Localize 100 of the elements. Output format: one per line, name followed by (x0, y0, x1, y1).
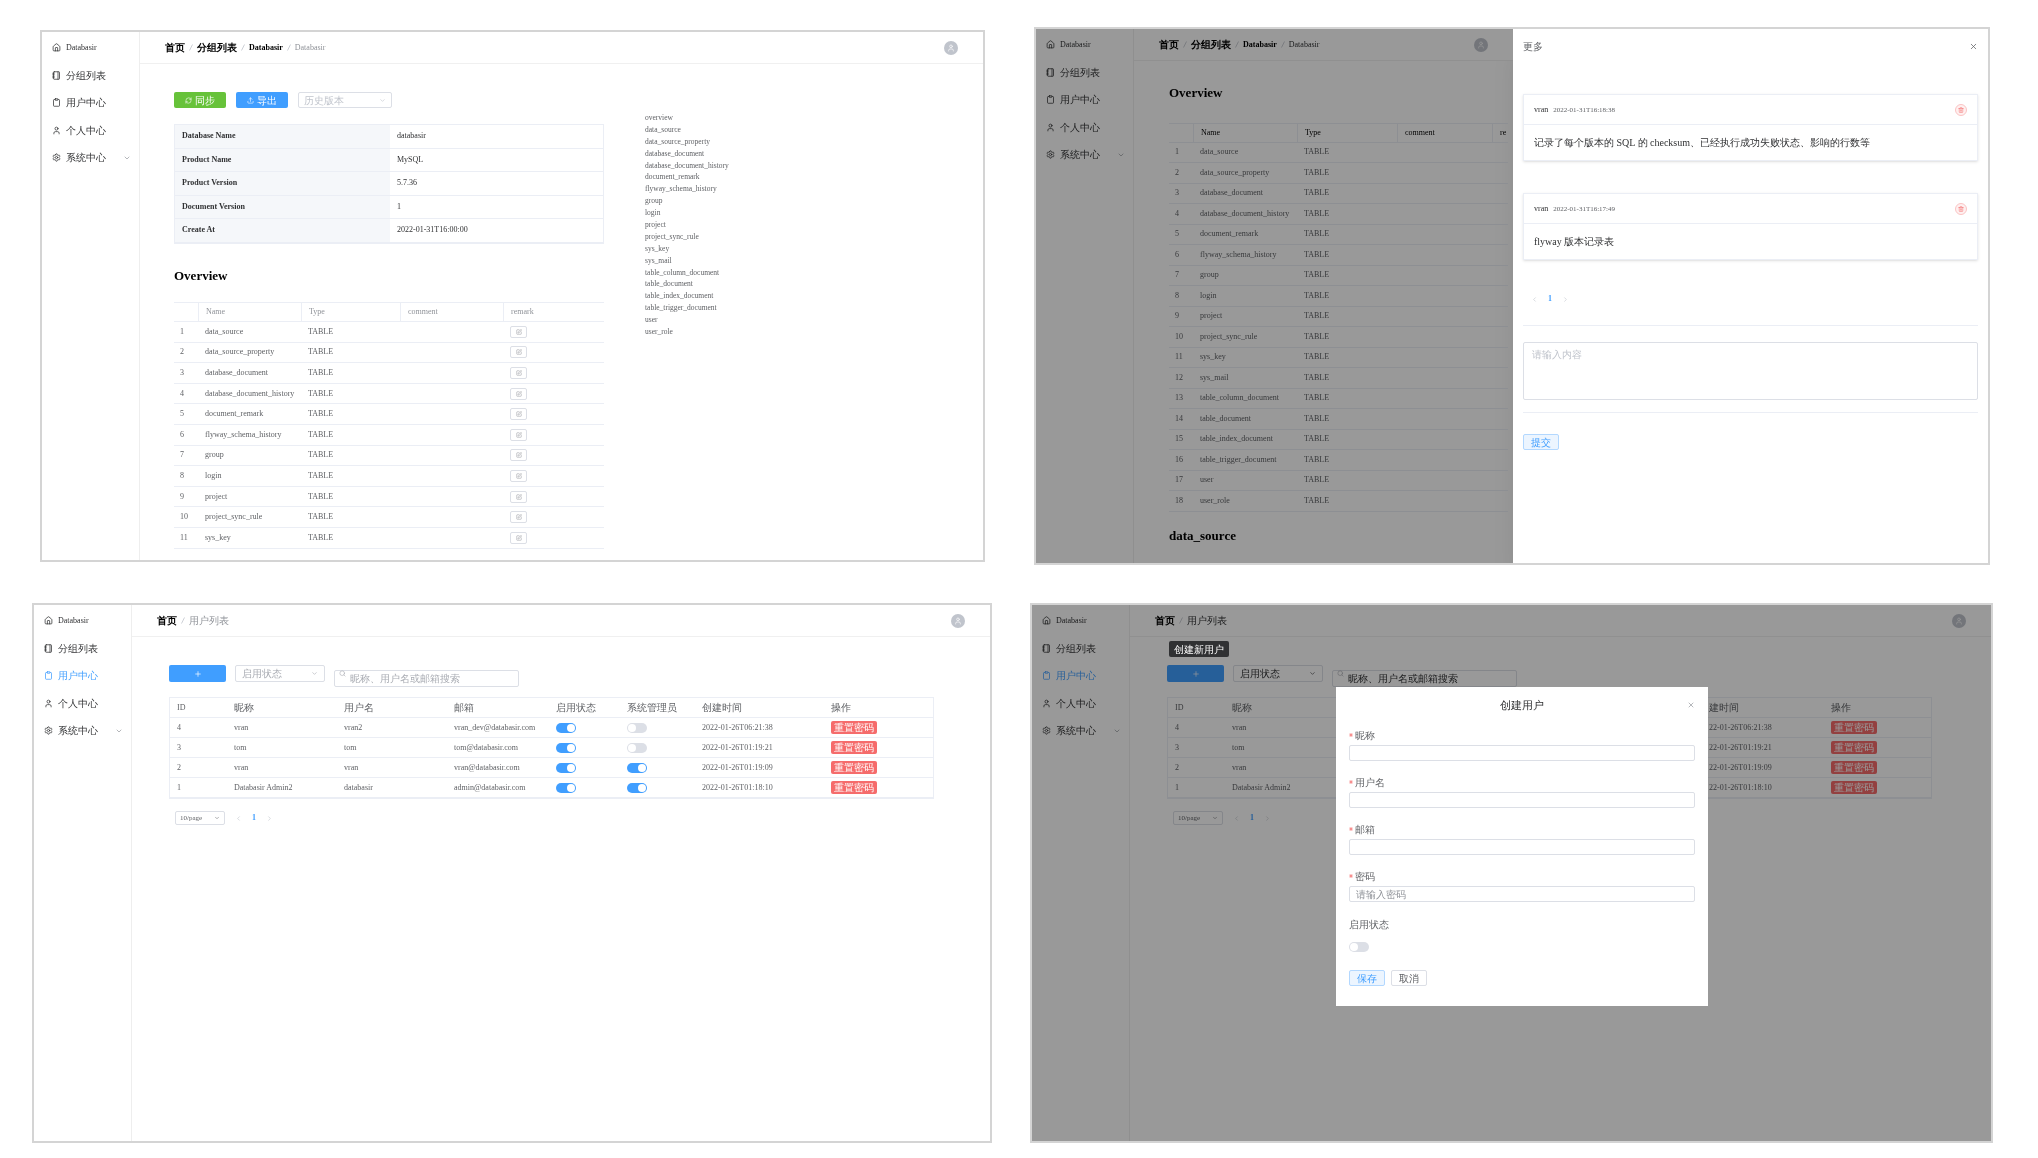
sidebar-item[interactable]: 分组列表 (34, 634, 131, 662)
search-field[interactable]: 昵称、用户名或邮箱搜索 (1332, 670, 1517, 687)
close-icon[interactable] (1969, 41, 1978, 51)
sidebar-item[interactable]: 个人中心 (1036, 113, 1133, 141)
edit-button[interactable] (510, 428, 527, 441)
avatar-icon[interactable] (1952, 613, 1966, 628)
toggle-switch[interactable] (556, 782, 576, 793)
row-number: 12 (1174, 371, 1184, 384)
table-cell-text: vran_dev@databasir.com (453, 721, 537, 734)
sidebar-item[interactable]: Databasir (1036, 31, 1133, 59)
edit-button[interactable] (510, 490, 527, 503)
add-button[interactable] (1167, 665, 1224, 682)
next-page-icon[interactable] (1562, 295, 1569, 303)
breadcrumb-item[interactable]: Databasir (1243, 38, 1277, 51)
toggle-switch[interactable] (627, 722, 647, 733)
sidebar-item[interactable]: 个人中心 (34, 689, 131, 717)
edit-button[interactable] (510, 511, 527, 524)
delete-button[interactable] (1955, 103, 1967, 116)
table-cell-text: document_remark (204, 408, 265, 421)
previous-page-icon[interactable] (1531, 295, 1538, 303)
table-cell-text: TABLE (1303, 433, 1331, 446)
search-field[interactable]: 昵称、用户名或邮箱搜索 (334, 670, 519, 687)
text-field[interactable] (1349, 745, 1695, 761)
breadcrumb-item[interactable]: 分组列表 (197, 40, 237, 55)
sidebar-item[interactable]: 用户中心 (1036, 86, 1133, 114)
toggle-switch[interactable] (556, 762, 576, 773)
row-number: 9 (1174, 310, 1180, 323)
toggle-switch[interactable] (556, 742, 576, 753)
toggle-switch[interactable] (1349, 942, 1369, 952)
close-icon[interactable] (1687, 701, 1695, 709)
table-cell-text: project (204, 490, 229, 503)
add-button[interactable] (169, 665, 226, 682)
sidebar-item[interactable]: 系统中心 (1036, 141, 1133, 169)
edit-button[interactable] (510, 367, 527, 379)
field-label: 昵称 (1355, 728, 1375, 743)
avatar-icon[interactable] (1474, 37, 1488, 52)
text-field[interactable]: 请输入密码 (1349, 886, 1695, 902)
next-page-icon[interactable] (266, 814, 273, 822)
info-label: Document Version (175, 195, 390, 218)
sidebar-item[interactable]: 系统中心 (34, 717, 131, 745)
sidebar-item[interactable]: 分组列表 (42, 61, 139, 89)
edit-button[interactable] (510, 469, 527, 482)
delete-button[interactable] (1955, 202, 1967, 215)
edit-button[interactable] (510, 346, 527, 359)
table-cell-text: data_source (1199, 146, 1240, 159)
toggle-switch[interactable] (627, 742, 647, 753)
row-number: 2 (1174, 166, 1180, 179)
sidebar-item[interactable]: 个人中心 (42, 116, 139, 144)
previous-page-icon[interactable] (235, 814, 242, 822)
table-cell-text: TABLE (307, 428, 335, 441)
row-number: 8 (179, 469, 185, 482)
toggle-switch[interactable] (627, 782, 647, 793)
breadcrumb-item[interactable]: Databasir (1288, 38, 1320, 51)
sidebar-item[interactable]: 分组列表 (1036, 58, 1133, 86)
table-cell-text: project_sync_rule (1199, 330, 1259, 343)
breadcrumb-item[interactable]: 首页 (1159, 37, 1179, 52)
sidebar-item[interactable]: 系统中心 (42, 144, 139, 172)
row-number: 7 (1174, 269, 1180, 282)
status-select[interactable]: 启用状态 (1233, 665, 1323, 682)
avatar-icon[interactable] (951, 613, 965, 628)
edit-button[interactable] (510, 325, 527, 338)
toggle-switch[interactable] (627, 762, 647, 773)
column-header: 用户名 (343, 701, 375, 715)
breadcrumb-item[interactable]: 首页 (1155, 613, 1175, 628)
sidebar-item[interactable]: Databasir (34, 607, 131, 635)
table-cell-text: TABLE (307, 387, 335, 400)
edit-button[interactable] (510, 449, 527, 462)
table-cell-text: database_document (1199, 187, 1265, 200)
table-cell-text: data_source_property (204, 346, 276, 359)
text-field[interactable] (1349, 792, 1695, 808)
table-cell-text: 22-01-26T01:19:21 (1709, 741, 1773, 754)
table-cell-text: TABLE (1303, 474, 1331, 487)
table-cell-text: flyway_schema_history (1199, 248, 1278, 261)
sidebar-item[interactable]: 分组列表 (1032, 634, 1129, 662)
breadcrumb-item[interactable]: 分组列表 (1191, 37, 1231, 52)
edit-button[interactable] (510, 408, 527, 421)
cancel-button[interactable]: 取消 (1391, 970, 1427, 986)
edit-button[interactable] (510, 531, 527, 544)
sidebar-item[interactable]: Databasir (42, 34, 139, 62)
text-field[interactable] (1349, 839, 1695, 855)
table-cell-text: TABLE (1303, 330, 1331, 343)
avatar-icon[interactable] (944, 40, 958, 55)
breadcrumb-item[interactable]: 用户列表 (1187, 613, 1227, 628)
edit-button[interactable] (510, 387, 527, 400)
user-icon (1042, 698, 1051, 708)
sidebar-item[interactable]: Databasir (1032, 607, 1129, 635)
table-cell-text: user_role (1199, 494, 1231, 507)
toggle-switch[interactable] (556, 722, 576, 733)
breadcrumb-item[interactable]: 首页 (165, 40, 185, 55)
column-header: Name (198, 303, 301, 321)
table-cell-text: TABLE (1303, 248, 1331, 261)
sidebar-item[interactable]: 用户中心 (42, 89, 139, 117)
sidebar-item[interactable]: 系统中心 (1032, 717, 1129, 745)
breadcrumb-item[interactable]: 首页 (157, 613, 177, 628)
sidebar-item[interactable]: 个人中心 (1032, 689, 1129, 717)
table-cell-text: vran (1231, 761, 1248, 774)
edit-icon (515, 534, 522, 541)
info-label: Create At (175, 219, 390, 242)
breadcrumb-item[interactable]: Databasir (249, 41, 283, 54)
refresh-icon (185, 96, 192, 104)
